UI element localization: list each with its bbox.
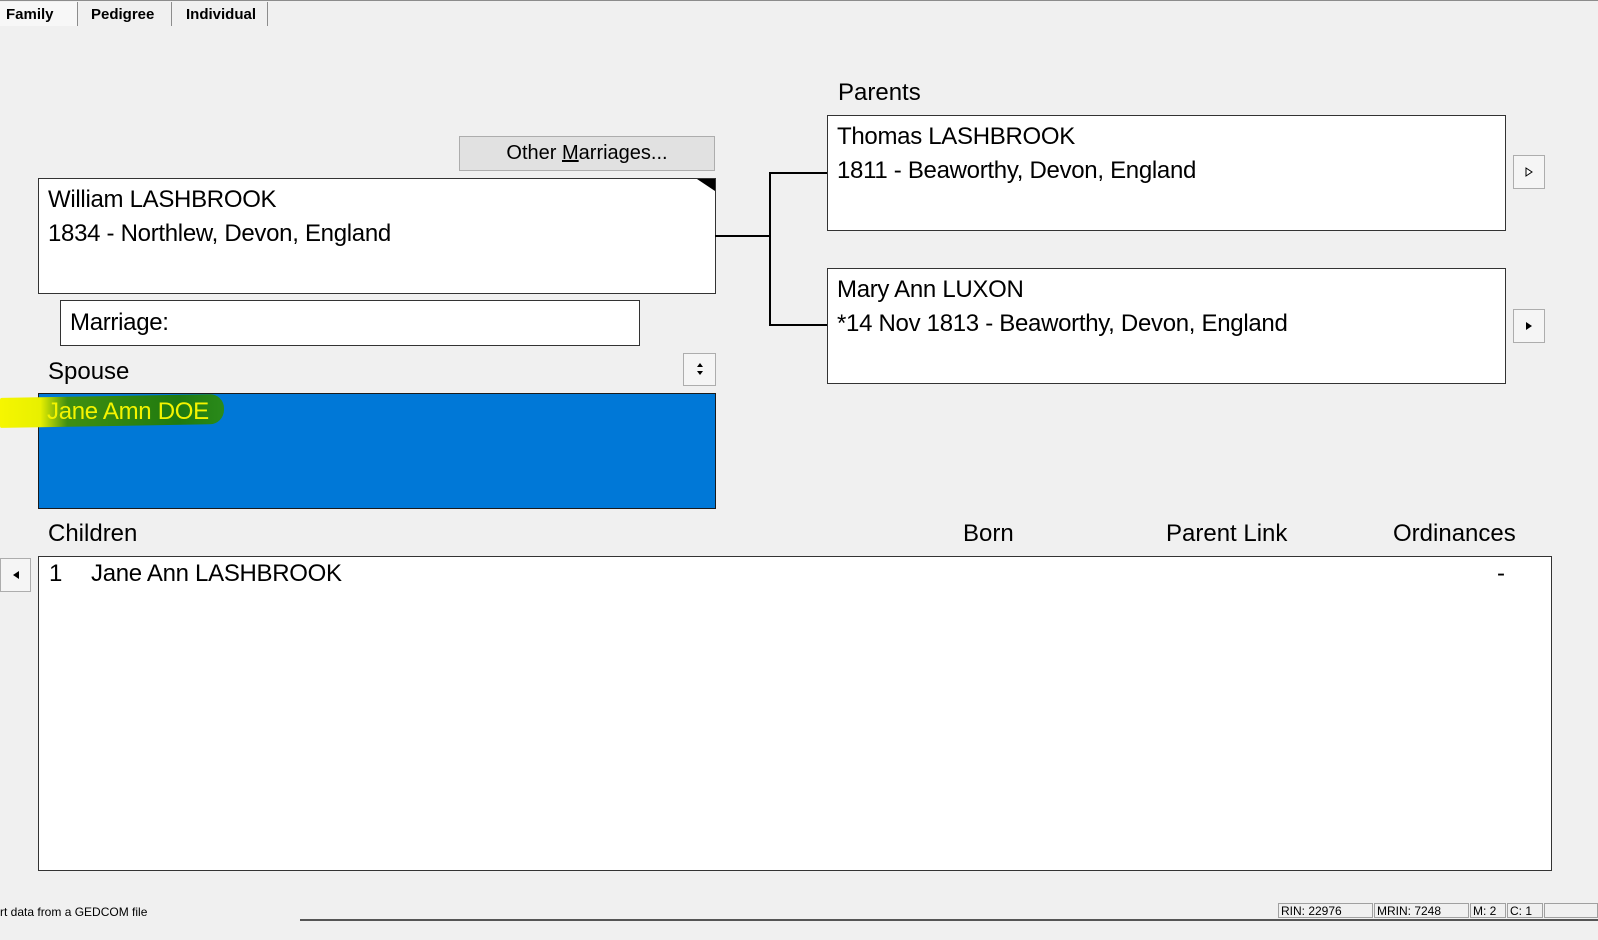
child-ordinances: - xyxy=(1497,560,1505,587)
column-born: Born xyxy=(963,520,1014,547)
other-marriages-button[interactable]: Other Marriages... xyxy=(459,136,715,171)
tab-pedigree-label: Pedigree xyxy=(91,6,155,23)
status-message: rt data from a GEDCOM file xyxy=(0,905,148,919)
child-navigate-button[interactable] xyxy=(0,558,31,592)
connector-line xyxy=(769,172,828,174)
other-marriages-label-pre: Other xyxy=(506,142,562,164)
connector-line xyxy=(715,235,770,237)
marriage-label: Marriage: xyxy=(70,309,169,336)
primary-person-detail: 1834 - Northlew, Devon, England xyxy=(48,220,391,247)
status-bar: rt data from a GEDCOM file RIN: 22976 MR… xyxy=(0,901,1598,940)
spouse-heading: Spouse xyxy=(48,358,130,385)
table-row[interactable]: 1 Jane Ann LASHBROOK - xyxy=(39,557,1551,593)
tab-individual-label: Individual xyxy=(186,6,257,23)
mother-box[interactable]: Mary Ann LUXON *14 Nov 1813 - Beaworthy,… xyxy=(827,268,1506,384)
connector-line xyxy=(769,172,771,326)
triangle-right-icon xyxy=(1526,322,1532,331)
primary-person-box[interactable]: William LASHBROOK 1834 - Northlew, Devon… xyxy=(38,178,716,294)
status-divider xyxy=(300,919,1598,921)
column-ordinances: Ordinances xyxy=(1393,520,1516,547)
father-name: Thomas LASHBROOK xyxy=(837,123,1075,150)
father-navigate-button[interactable] xyxy=(1513,155,1545,189)
updown-arrows-icon xyxy=(696,363,703,376)
tab-bar: Family Pedigree Individual xyxy=(0,0,1598,29)
children-heading: Children xyxy=(48,520,138,547)
status-mrin: MRIN: 7248 xyxy=(1374,903,1469,918)
tab-individual[interactable]: Individual xyxy=(172,2,268,26)
status-extra xyxy=(1544,903,1598,918)
status-rin: RIN: 22976 xyxy=(1278,903,1373,918)
primary-person-name: William LASHBROOK xyxy=(48,186,277,213)
triangle-left-icon xyxy=(12,571,19,580)
mother-name: Mary Ann LUXON xyxy=(837,276,1024,303)
father-detail: 1811 - Beaworthy, Devon, England xyxy=(837,157,1197,184)
child-number: 1 xyxy=(49,560,63,587)
mother-detail: *14 Nov 1813 - Beaworthy, Devon, England xyxy=(837,310,1288,337)
tab-pedigree[interactable]: Pedigree xyxy=(78,2,172,26)
corner-flag-icon xyxy=(697,179,715,191)
child-name: Jane Ann LASHBROOK xyxy=(91,560,342,587)
father-box[interactable]: Thomas LASHBROOK 1811 - Beaworthy, Devon… xyxy=(827,115,1506,231)
tab-family-label: Family xyxy=(6,6,54,23)
other-marriages-label-mnemonic: M xyxy=(561,142,579,164)
status-marriages: M: 2 xyxy=(1470,903,1506,918)
connector-line xyxy=(769,324,828,326)
tab-family[interactable]: Family xyxy=(0,2,78,26)
spouse-name[interactable]: Jane Amn DOE xyxy=(47,398,209,426)
triangle-right-icon xyxy=(1525,167,1533,178)
mother-navigate-button[interactable] xyxy=(1513,309,1545,343)
status-children: C: 1 xyxy=(1507,903,1543,918)
column-parent-link: Parent Link xyxy=(1166,520,1288,547)
spouse-switch-button[interactable] xyxy=(683,353,716,386)
children-list[interactable]: 1 Jane Ann LASHBROOK - xyxy=(38,556,1552,871)
marriage-field[interactable]: Marriage: xyxy=(60,300,640,346)
other-marriages-label-post: arriages... xyxy=(578,142,668,164)
parents-heading: Parents xyxy=(838,79,921,106)
